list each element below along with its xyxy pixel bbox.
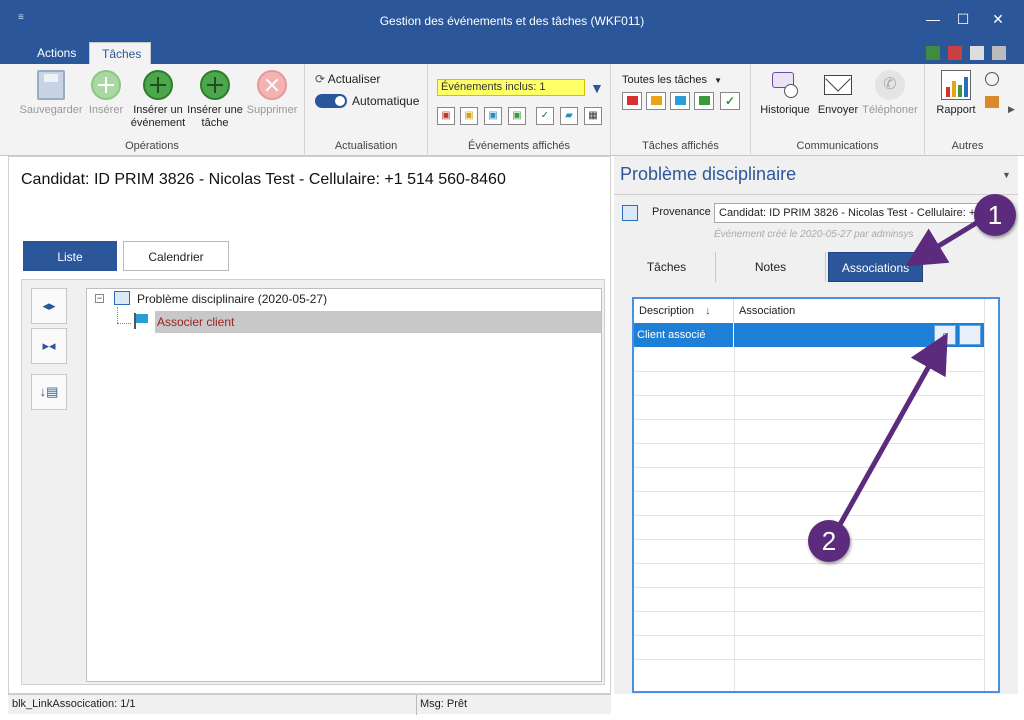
callout-1-arrow bbox=[904, 219, 980, 267]
annotation-arrows bbox=[835, 219, 980, 530]
callout-2-arrow bbox=[835, 332, 948, 530]
callout-badge-2: 2 bbox=[808, 520, 850, 562]
callout-badge-1: 1 bbox=[974, 194, 1016, 236]
